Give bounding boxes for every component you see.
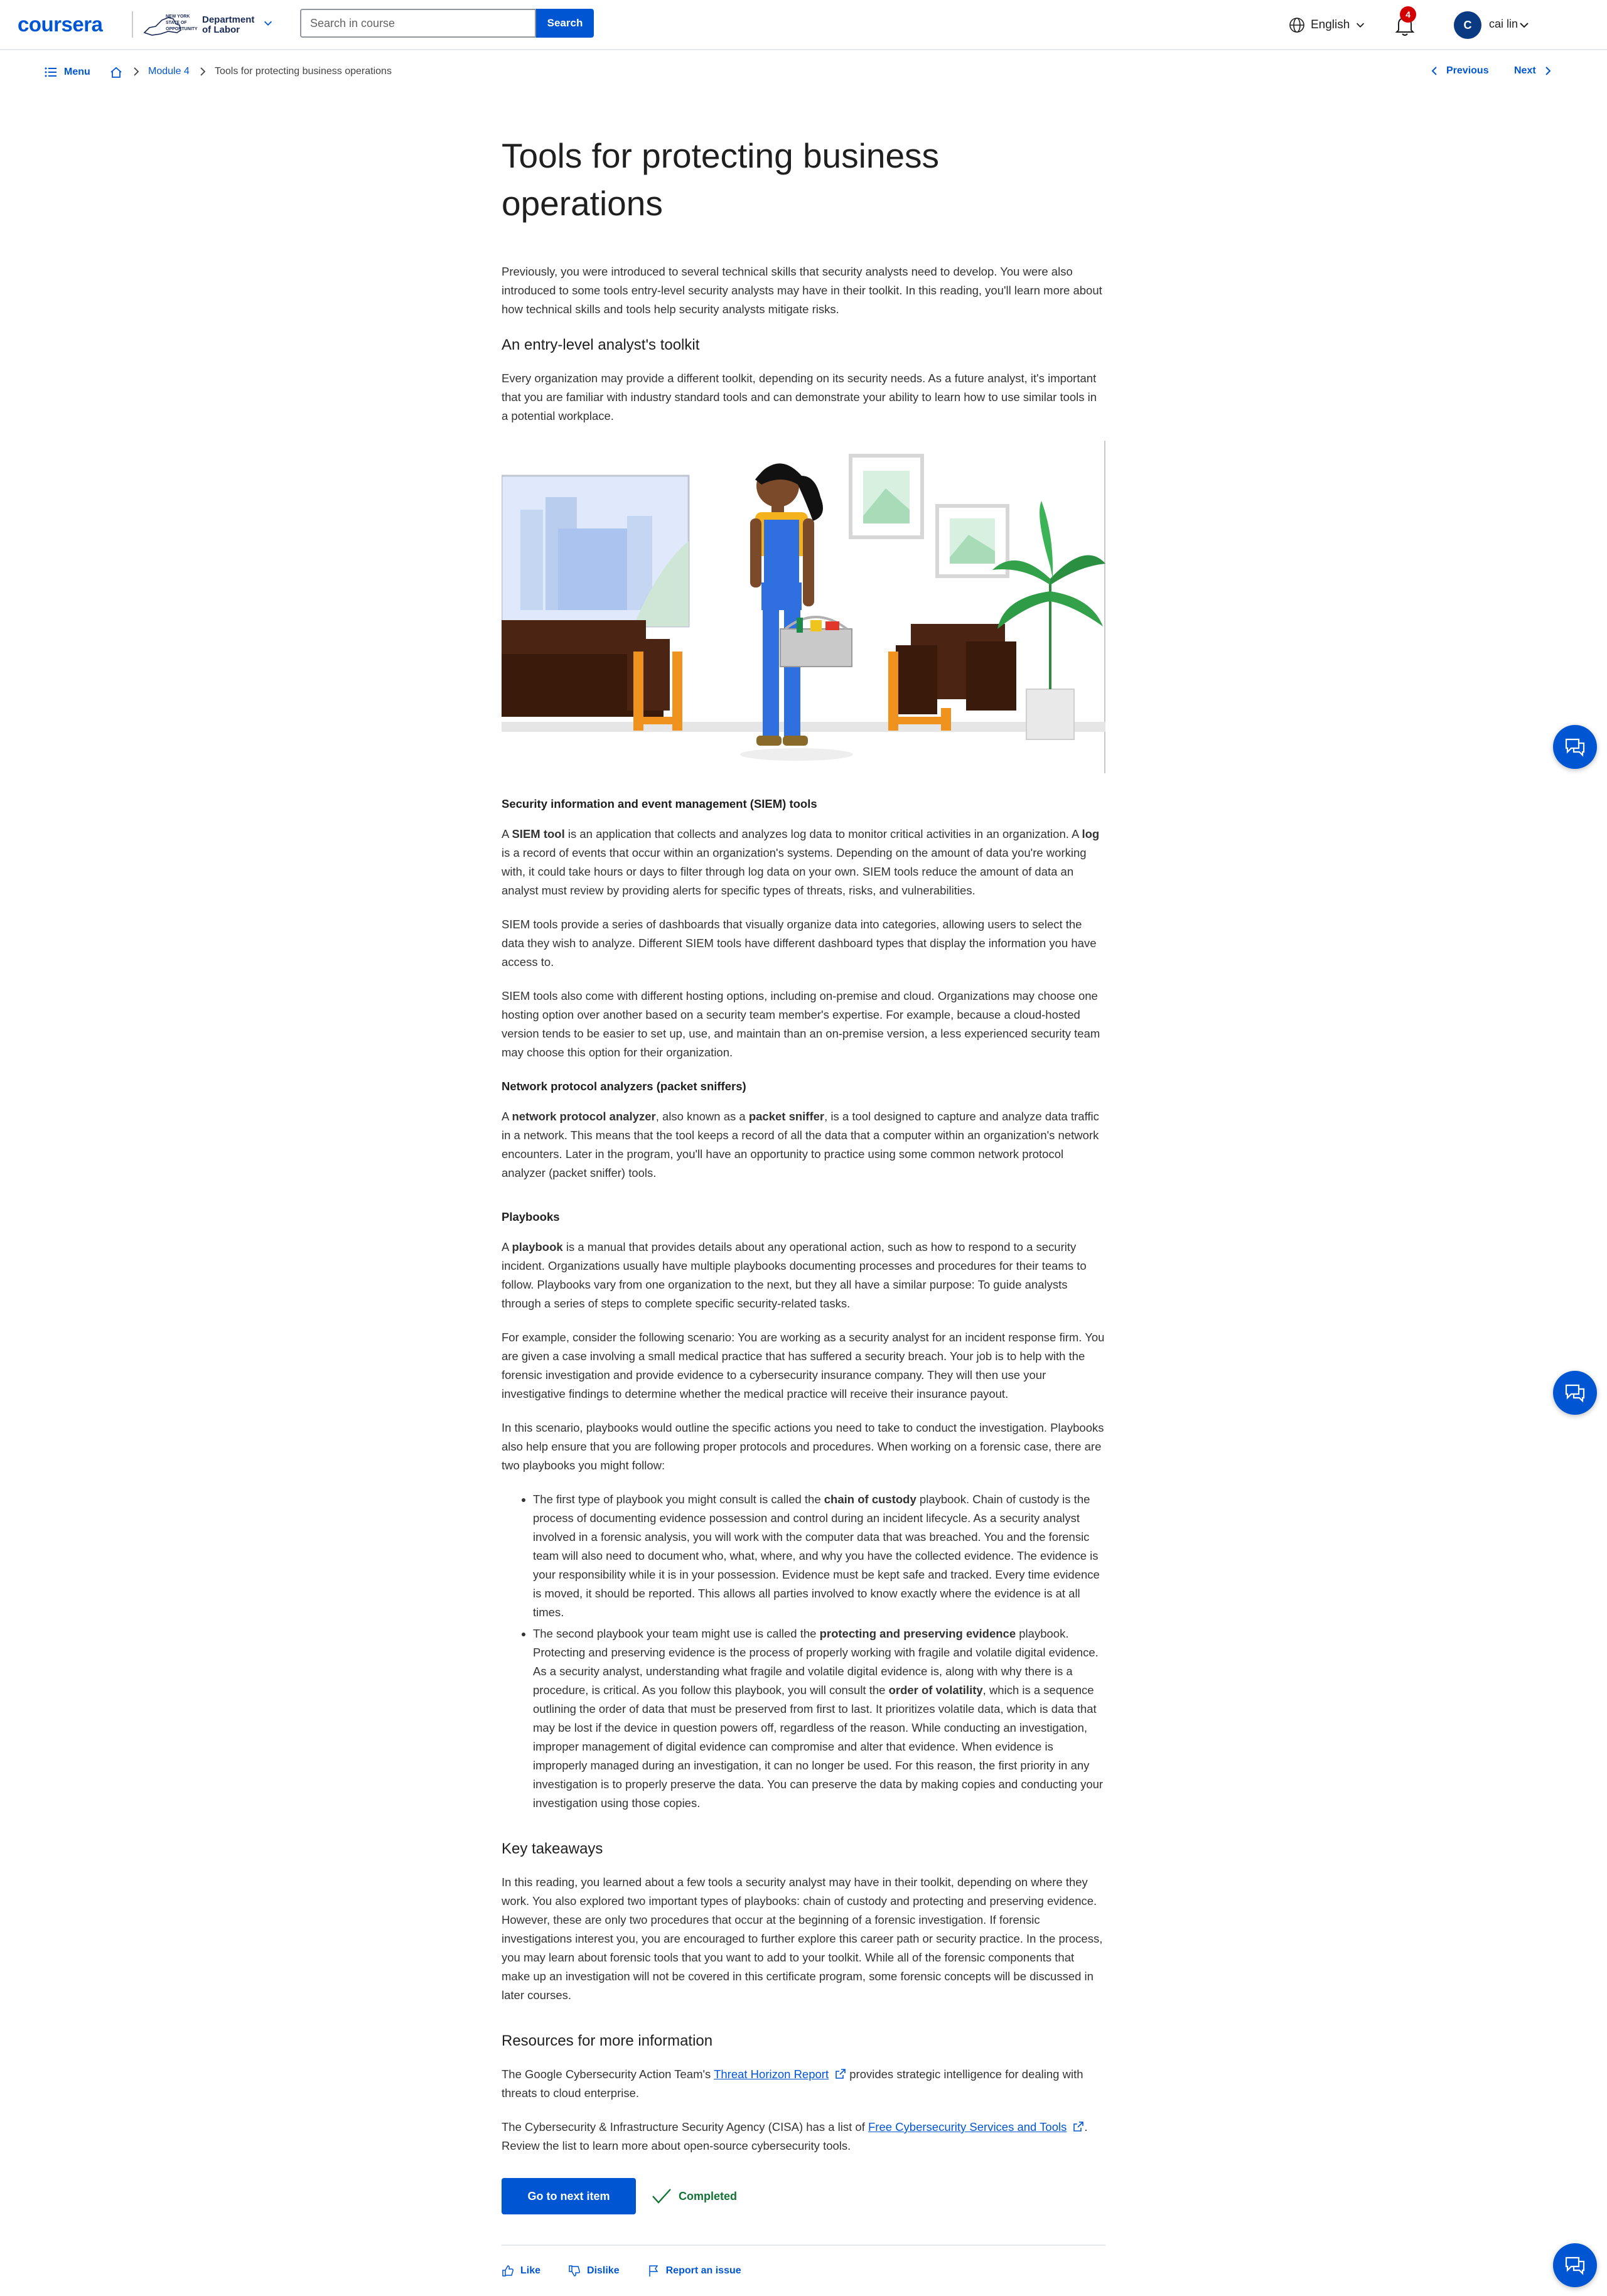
logo-divider: [132, 11, 133, 38]
reading-content: Tools for protecting business operations…: [500, 132, 1105, 2277]
dislike-button[interactable]: Dislike: [568, 2265, 620, 2277]
next-label: Next: [1514, 65, 1536, 76]
chat-assistant-button[interactable]: [1553, 2243, 1597, 2287]
feedback-bar: Like Dislike Report an issue: [502, 2265, 1105, 2277]
siem-paragraph-3: SIEM tools also come with different host…: [502, 989, 1100, 1059]
notification-count-badge: 4: [1400, 6, 1416, 23]
playbooks-paragraph-3: In this scenario, playbooks would outlin…: [502, 1421, 1104, 1472]
partner-name-line1: Department: [202, 14, 255, 25]
menu-list-icon: [45, 67, 56, 77]
top-header: coursera NEW YORK STATE OF OPPORTUNITY D…: [0, 0, 1607, 50]
playbooks-heading: Playbooks: [502, 1210, 560, 1223]
chevron-right-icon: [134, 67, 139, 76]
illustration-image: [500, 441, 1105, 773]
page-title: Tools for protecting business operations: [502, 136, 940, 223]
completion-actions: Go to next item Completed: [502, 2178, 1105, 2214]
chat-bubbles-icon: [1565, 1384, 1585, 1403]
user-name[interactable]: cai lin: [1489, 18, 1518, 31]
term-order-of-volatility: order of volatility: [888, 1683, 983, 1697]
chat-assistant-button[interactable]: [1553, 725, 1597, 769]
thumbs-up-icon: [502, 2265, 514, 2277]
search-input[interactable]: [300, 9, 536, 38]
chevron-right-icon: [1545, 67, 1551, 75]
breadcrumb-current: Tools for protecting business operations: [215, 66, 392, 77]
siem-heading: Security information and event managemen…: [502, 797, 817, 810]
resource-paragraph-1: The Google Cybersecurity Action Team's T…: [502, 2068, 1083, 2100]
resources-heading: Resources for more information: [502, 2032, 713, 2049]
breadcrumb-module-link[interactable]: Module 4: [148, 66, 190, 77]
breadcrumb: Menu Module 4 Tools for protecting busin…: [0, 60, 1607, 87]
term-playbook: playbook: [512, 1240, 563, 1253]
thumbs-down-icon: [569, 2265, 581, 2277]
term-packet-sniffer: packet sniffer: [748, 1110, 825, 1123]
dislike-label: Dislike: [587, 2265, 620, 2276]
chat-assistant-button[interactable]: [1553, 1371, 1597, 1415]
previous-label: Previous: [1446, 65, 1489, 76]
playbooks-paragraph-1: A playbook is a manual that provides det…: [502, 1240, 1087, 1310]
list-item: The first type of playbook you might con…: [533, 1490, 1105, 1622]
chevron-right-icon: [200, 67, 206, 76]
cisa-tools-link[interactable]: Free Cybersecurity Services and Tools: [868, 2120, 1067, 2133]
menu-label: Menu: [64, 67, 90, 77]
divider: [502, 2245, 1105, 2246]
npa-heading: Network protocol analyzers (packet sniff…: [502, 1080, 746, 1093]
chevron-down-icon: [1357, 23, 1365, 28]
term-protecting-preserving-evidence: protecting and preserving evidence: [819, 1627, 1016, 1640]
siem-paragraph-2: SIEM tools provide a series of dashboard…: [502, 918, 1097, 968]
toolkit-paragraph: Every organization may provide a differe…: [502, 372, 1097, 422]
key-takeaways-paragraph: In this reading, you learned about a few…: [502, 1875, 1103, 2002]
key-takeaways-heading: Key takeaways: [502, 1840, 603, 1857]
term-chain-of-custody: chain of custody: [824, 1493, 916, 1506]
chat-bubbles-icon: [1565, 738, 1585, 757]
list-item: The second playbook your team might use …: [533, 1624, 1105, 1813]
partner-logo[interactable]: NEW YORK STATE OF OPPORTUNITY Department…: [143, 11, 256, 39]
threat-horizon-report-link[interactable]: Threat Horizon Report: [714, 2068, 829, 2081]
term-siem-tool: SIEM tool: [512, 827, 565, 840]
toolkit-heading: An entry-level analyst's toolkit: [502, 336, 700, 353]
partner-name: Department of Labor: [202, 15, 254, 35]
playbook-list: The first type of playbook you might con…: [533, 1490, 1105, 1813]
avatar[interactable]: C: [1454, 11, 1481, 39]
chevron-left-icon: [1431, 67, 1437, 75]
external-link-icon: [1073, 2122, 1084, 2132]
search-button[interactable]: Search: [536, 9, 594, 38]
globe-icon: [1289, 18, 1304, 33]
home-icon[interactable]: [109, 65, 123, 79]
term-log: log: [1082, 827, 1100, 840]
coursera-logo[interactable]: coursera: [18, 13, 103, 36]
menu-button[interactable]: Menu: [44, 65, 90, 79]
next-button[interactable]: Next: [1514, 65, 1554, 77]
completed-status: Completed: [651, 2187, 737, 2205]
language-label: English: [1311, 18, 1350, 31]
playbooks-paragraph-2: For example, consider the following scen…: [502, 1331, 1105, 1400]
language-selector[interactable]: English: [1288, 14, 1366, 36]
partner-tagline: NEW YORK STATE OF OPPORTUNITY: [166, 14, 198, 31]
chat-bubbles-icon: [1565, 2256, 1585, 2275]
partner-name-line2: of Labor: [202, 24, 240, 35]
resource-paragraph-2: The Cybersecurity & Infrastructure Secur…: [502, 2120, 1088, 2152]
npa-paragraph: A network protocol analyzer, also known …: [502, 1110, 1099, 1179]
user-menu-chevron-down-icon[interactable]: [1518, 19, 1530, 31]
term-network-protocol-analyzer: network protocol analyzer: [512, 1110, 656, 1123]
partner-chevron-down-icon[interactable]: [262, 18, 274, 29]
checkmark-icon: [652, 2189, 671, 2204]
analyst-toolkit-illustration: [500, 441, 1105, 773]
report-issue-label: Report an issue: [665, 2265, 741, 2276]
like-label: Like: [520, 2265, 541, 2276]
intro-paragraph: Previously, you were introduced to sever…: [502, 265, 1102, 316]
go-to-next-item-button[interactable]: Go to next item: [502, 2178, 636, 2214]
like-button[interactable]: Like: [502, 2265, 540, 2277]
flag-icon: [648, 2265, 658, 2277]
external-link-icon: [836, 2069, 846, 2079]
previous-button[interactable]: Previous: [1429, 65, 1489, 77]
siem-paragraph-1: A SIEM tool is an application that colle…: [502, 827, 1100, 897]
completed-label: Completed: [679, 2189, 738, 2202]
report-issue-button[interactable]: Report an issue: [647, 2265, 741, 2277]
